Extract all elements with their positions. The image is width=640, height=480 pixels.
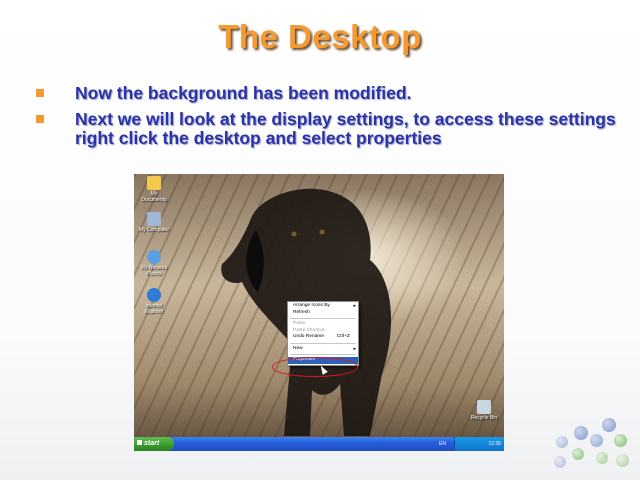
- desktop-icon-my-network-places[interactable]: My Network Places: [138, 250, 170, 277]
- desktop-icon-my-computer[interactable]: My Computer: [138, 212, 170, 233]
- decor-dot: [590, 434, 603, 447]
- menu-item-label: Arrange Icons By: [293, 303, 330, 308]
- square-bullet-icon: [36, 89, 44, 97]
- start-label: start: [144, 440, 160, 447]
- desktop-context-menu: Arrange Icons By ▸ Refresh Paste Paste S…: [287, 301, 359, 366]
- decor-dot: [616, 454, 629, 467]
- computer-icon: [147, 212, 161, 226]
- desktop-icon-internet-explorer[interactable]: Internet Explorer: [138, 288, 170, 315]
- menu-separator: [290, 318, 356, 319]
- decor-dot: [614, 434, 627, 447]
- decor-dot: [602, 418, 616, 432]
- decor-dot: [574, 426, 588, 440]
- menu-item-undo-rename[interactable]: Undo Rename Ctrl+Z: [288, 334, 358, 341]
- menu-item-label: Paste: [293, 321, 306, 326]
- bullet-item: Now the background has been modified.: [36, 84, 616, 103]
- bullet-text: Now the background has been modified.: [75, 83, 412, 103]
- windows-logo-icon: [137, 440, 142, 445]
- decor-dot: [572, 448, 584, 460]
- taskbar: start EN 12:35: [134, 437, 504, 451]
- slide-title: The Desktop: [218, 18, 422, 55]
- menu-separator: [290, 354, 356, 355]
- menu-item-label: New: [293, 345, 303, 351]
- decor-dot: [596, 452, 608, 464]
- bullet-item: Next we will look at the display setting…: [36, 110, 616, 148]
- square-bullet-icon: [36, 115, 44, 123]
- desktop-icon-my-documents[interactable]: My Documents: [138, 176, 170, 203]
- network-icon: [147, 250, 161, 264]
- menu-item-refresh[interactable]: Refresh: [288, 310, 358, 317]
- bullet-text: Next we will look at the display setting…: [75, 109, 616, 148]
- start-button[interactable]: start: [134, 437, 174, 451]
- decor-dot: [554, 456, 566, 468]
- system-tray[interactable]: 12:35: [454, 437, 504, 451]
- decorative-dots: [544, 414, 634, 474]
- language-indicator[interactable]: EN: [439, 437, 446, 451]
- recycle-bin-icon: [477, 400, 491, 414]
- bullet-list: Now the background has been modified. Ne…: [36, 84, 616, 155]
- menu-item-label: Undo Rename: [293, 334, 324, 339]
- highlight-ellipse: [272, 357, 358, 377]
- tray-clock: 12:35: [488, 441, 501, 447]
- menu-separator: [290, 342, 356, 344]
- desktop-icon-recycle-bin[interactable]: Recycle Bin: [468, 400, 500, 421]
- menu-item-new[interactable]: New ▸: [288, 346, 358, 353]
- menu-item-label: Paste Shortcut: [293, 327, 325, 333]
- decor-dot: [556, 436, 568, 448]
- ie-icon: [147, 288, 161, 302]
- folder-icon: [147, 176, 161, 190]
- desktop-screenshot: My Documents My Computer My Network Plac…: [134, 174, 504, 451]
- submenu-arrow-icon: ▸: [353, 345, 356, 352]
- menu-item-shortcut: Ctrl+Z: [336, 334, 350, 339]
- menu-item-label: Refresh: [293, 309, 310, 315]
